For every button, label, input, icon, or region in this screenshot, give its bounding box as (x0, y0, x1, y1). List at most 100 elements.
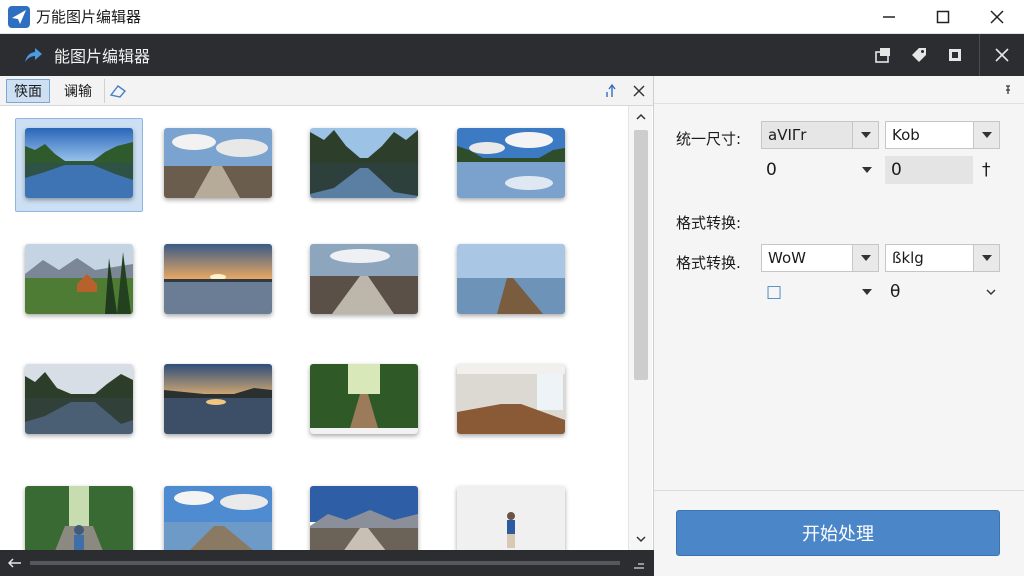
tag-button[interactable] (901, 34, 937, 76)
sort-button[interactable] (597, 76, 625, 106)
window-controls (862, 0, 1024, 34)
mountain-lake-image (25, 364, 133, 434)
thumbnail-dusk-lake[interactable] (164, 364, 272, 434)
chevron-down-icon[interactable] (986, 289, 996, 295)
image-browser-panel: 筷面 谰输 (0, 76, 654, 550)
tab-bar: 筷面 谰输 (0, 76, 653, 106)
width-value: 0 (766, 160, 777, 180)
option-value: θ (890, 282, 901, 302)
tab-close-button[interactable] (625, 76, 653, 106)
minimize-button[interactable] (862, 0, 916, 34)
toolbar-actions (865, 34, 1024, 76)
sunset-lake-image (164, 244, 272, 314)
chevron-down-icon (636, 536, 646, 543)
width-field[interactable]: 0 (766, 156, 876, 184)
thumbnail-clouds-lake[interactable] (457, 128, 565, 198)
lake-forest-image (25, 128, 133, 198)
panel-close-button[interactable] (980, 34, 1024, 76)
forest-reflection-image (310, 128, 418, 198)
crop-button[interactable] (937, 34, 973, 76)
scroll-thumb[interactable] (634, 130, 648, 380)
vertical-scrollbar[interactable] (628, 106, 652, 550)
close-icon (990, 10, 1004, 24)
thumbnail-pier-lake[interactable] (457, 244, 565, 314)
crop-icon (949, 49, 961, 61)
close-icon (633, 85, 645, 97)
forest-path-image (310, 364, 418, 434)
settings-panel: 统一尺寸: aVIΓr Kob 0 0 † 格式转换: 格式转换. WoW ßk… (654, 76, 1024, 576)
format-section-label: 格式转换: (676, 214, 742, 232)
share-arrow-icon[interactable] (22, 44, 44, 66)
thumbnail-person-white[interactable] (457, 486, 565, 550)
size-dropdown-1-value: aVIΓr (768, 126, 807, 144)
arrow-left-icon (8, 558, 21, 568)
eraser-button[interactable] (104, 78, 130, 103)
start-processing-button[interactable]: 开始处理 (676, 510, 1000, 556)
tag-icon (912, 48, 926, 62)
thumbnail-forest-runner[interactable] (25, 486, 133, 550)
height-field[interactable]: 0 (885, 156, 973, 184)
chevron-down-icon (973, 122, 999, 148)
road-horizon-image (310, 244, 418, 314)
thumbnail-corridor[interactable] (457, 364, 565, 434)
size-label: 统一尺寸: (676, 130, 742, 148)
lock-suffix[interactable]: † (982, 156, 996, 184)
thumbnail-sunset-lake[interactable] (164, 244, 272, 314)
layers-icon (875, 48, 890, 63)
road-sky-image (164, 128, 272, 198)
scroll-up-button[interactable] (629, 106, 653, 128)
forest-runner-image (25, 486, 133, 550)
format-dropdown-1[interactable]: WoW (761, 244, 879, 272)
sky-shore-image (164, 486, 272, 550)
thumbnail-forest-reflection[interactable] (310, 128, 418, 198)
size-dropdown-1[interactable]: aVIΓr (761, 121, 879, 149)
thumbnail-road-sky[interactable] (164, 128, 272, 198)
thumbnail-sky-shore[interactable] (164, 486, 272, 550)
clouds-lake-image (457, 128, 565, 198)
maximize-button[interactable] (916, 0, 970, 34)
toolbar-title: 能图片编辑器 (54, 47, 151, 66)
caret-down-icon[interactable] (862, 167, 872, 173)
thumbnail-lake-forest[interactable] (25, 128, 133, 198)
app-plane-icon (8, 5, 30, 28)
pin-icon[interactable] (1004, 84, 1012, 96)
chevron-down-icon (852, 122, 878, 148)
chevron-up-icon (636, 113, 646, 120)
person-white-image (457, 486, 565, 550)
horizontal-scrollbar[interactable] (30, 561, 620, 565)
panel-divider (654, 490, 1024, 491)
quality-field[interactable]: □ (766, 278, 876, 306)
thumbnail-grid (0, 106, 628, 550)
size-dropdown-2[interactable]: Kob (885, 121, 1000, 149)
resize-grip-icon[interactable] (632, 556, 646, 570)
window-title: 万能图片编辑器 (36, 8, 142, 26)
scroll-left-button[interactable] (0, 550, 30, 576)
format-dropdown-1-value: WoW (768, 249, 806, 267)
close-icon (995, 48, 1009, 62)
chevron-down-icon (973, 245, 999, 271)
scroll-down-button[interactable] (629, 528, 653, 550)
minimize-icon (883, 16, 895, 18)
main-toolbar: 能图片编辑器 (0, 34, 1024, 76)
dusk-lake-image (164, 364, 272, 434)
size-dropdown-2-value: Kob (892, 126, 920, 144)
layers-button[interactable] (865, 34, 901, 76)
thumbnail-mountain-lake[interactable] (25, 364, 133, 434)
format-dropdown-2[interactable]: ßklg (885, 244, 1000, 272)
thumbnail-cabin-meadow[interactable] (25, 244, 133, 314)
close-button[interactable] (970, 0, 1024, 34)
thumbnail-forest-path[interactable] (310, 364, 418, 434)
thumbnail-road-horizon[interactable] (310, 244, 418, 314)
option-field[interactable]: θ (890, 278, 1000, 306)
tab-bar-actions (597, 76, 653, 106)
title-bar: 万能图片编辑器 (0, 0, 1024, 34)
tab-second[interactable]: 谰输 (56, 79, 100, 103)
thumbnail-mountain-road[interactable] (310, 486, 418, 550)
sort-arrow-icon (606, 83, 616, 97)
height-value: 0 (891, 160, 902, 180)
status-bar (0, 550, 654, 576)
caret-down-icon[interactable] (862, 289, 872, 295)
maximize-icon (936, 10, 950, 24)
quality-value: □ (766, 282, 783, 302)
tab-first[interactable]: 筷面 (6, 78, 50, 103)
